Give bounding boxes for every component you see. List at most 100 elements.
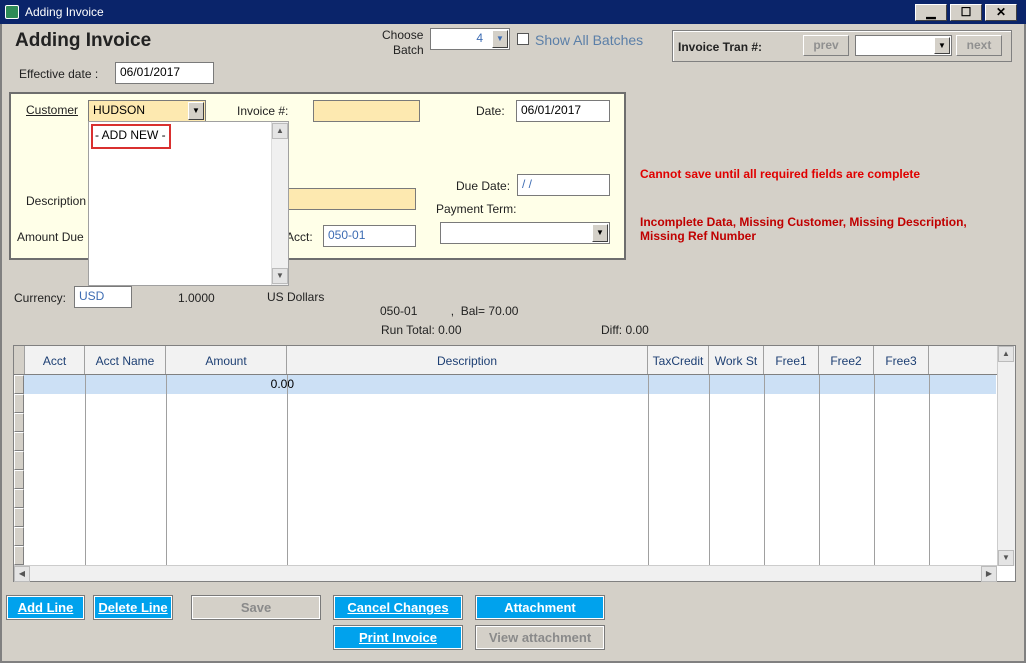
row-header[interactable] [14,470,24,489]
add-new-customer-item[interactable]: - ADD NEW - [91,124,171,149]
chevron-down-icon[interactable]: ▼ [592,224,608,242]
description-label: Description [26,194,87,208]
date-field[interactable]: 06/01/2017 [516,100,610,122]
col-description[interactable]: Description [287,346,648,374]
col-free1[interactable]: Free1 [764,346,819,374]
run-total: Run Total: 0.00 [381,323,462,337]
show-all-batches-label[interactable]: Show All Batches [535,32,643,48]
diff-total: Diff: 0.00 [601,323,649,337]
grid-divider [709,375,710,567]
title-bar: Adding Invoice ▁ ☐ ✕ [0,0,1026,24]
grid-vertical-scrollbar[interactable]: ▲ ▼ [997,346,1015,566]
grid-horizontal-scrollbar[interactable]: ◀ ▶ [14,565,997,582]
row-header[interactable] [14,527,24,546]
description-field[interactable] [282,188,416,210]
col-taxcredit[interactable]: TaxCredit [648,346,709,374]
grid-divider [166,375,167,567]
scroll-down-icon[interactable]: ▼ [272,268,288,284]
col-free2[interactable]: Free2 [819,346,874,374]
customer-dropdown-list[interactable]: - ADD NEW - ▲ ▼ [88,121,289,286]
grid-corner [14,346,25,374]
scroll-right-icon[interactable]: ▶ [981,566,997,582]
maximize-button[interactable]: ☐ [950,4,982,21]
grid-divider [648,375,649,567]
col-work-st[interactable]: Work St [709,346,764,374]
customer-value: HUDSON [93,103,146,117]
due-date-field[interactable]: / / [517,174,610,196]
scroll-left-icon[interactable]: ◀ [14,566,30,582]
acct-field[interactable]: 050-01 [323,225,416,247]
row-header[interactable] [14,508,24,527]
batch-select[interactable]: 4 ▼ [430,28,510,50]
payment-term-select[interactable]: ▼ [440,222,610,244]
add-line-button[interactable]: Add Line [6,595,85,620]
prev-button[interactable]: prev [803,35,849,56]
col-amount[interactable]: Amount [166,346,287,374]
table-row[interactable]: 0.00 [24,375,996,394]
currency-code-field[interactable]: USD [74,286,132,308]
chevron-down-icon[interactable]: ▼ [934,37,950,54]
invoice-tran-box: Invoice Tran #: prev ▼ next [672,30,1012,62]
grid-divider [874,375,875,567]
grid-divider [287,375,288,567]
currency-rate: 1.0000 [178,291,215,305]
grid-divider [764,375,765,567]
row-header[interactable] [14,546,24,565]
validation-detail-line-1: Incomplete Data, Missing Customer, Missi… [640,215,967,229]
minimize-button[interactable]: ▁ [915,4,947,21]
delete-line-button[interactable]: Delete Line [93,595,173,620]
scroll-up-icon[interactable]: ▲ [272,123,288,139]
choose-batch-label: Choose [382,28,424,42]
row-amount-cell[interactable]: 0.00 [166,377,294,391]
customer-combo[interactable]: HUDSON ▼ [88,100,206,122]
validation-detail-line-2: Missing Ref Number [640,229,757,243]
currency-name: US Dollars [267,290,325,304]
invoice-number-field[interactable] [313,100,420,122]
effective-date-field[interactable]: 06/01/2017 [115,62,214,84]
choose-batch-label-2: Batch [393,43,424,57]
row-header[interactable] [14,413,24,432]
chevron-down-icon[interactable]: ▼ [492,30,508,48]
attachment-button[interactable]: Attachment [475,595,605,620]
save-button[interactable]: Save [191,595,321,620]
effective-date-label: Effective date : [19,67,99,81]
row-header[interactable] [14,394,24,413]
payment-term-label: Payment Term: [436,202,517,216]
customer-label[interactable]: Customer [26,103,78,117]
scroll-down-icon[interactable]: ▼ [998,550,1014,566]
show-all-batches-checkbox[interactable] [517,33,529,45]
window-title: Adding Invoice [25,5,104,19]
next-button[interactable]: next [956,35,1002,56]
app-icon [5,5,19,19]
due-date-label: Due Date: [456,179,511,193]
col-acct-name[interactable]: Acct Name [85,346,166,374]
view-attachment-button[interactable]: View attachment [475,625,605,650]
col-free3[interactable]: Free3 [874,346,929,374]
print-invoice-button[interactable]: Print Invoice [333,625,463,650]
scroll-up-icon[interactable]: ▲ [998,346,1014,362]
invoice-tran-label: Invoice Tran #: [678,40,763,54]
row-header[interactable] [14,489,24,508]
acct-label: Acct: [286,230,313,244]
invoice-tran-select[interactable]: ▼ [855,35,952,56]
close-button[interactable]: ✕ [985,4,1017,21]
invoice-lines-grid[interactable]: Acct Acct Name Amount Description TaxCre… [13,345,1016,582]
cancel-changes-button[interactable]: Cancel Changes [333,595,463,620]
acct-balance: 050-01 , Bal= 70.00 [380,304,519,318]
validation-detail-message: Incomplete Data, Missing Customer, Missi… [640,215,1010,243]
invoice-number-label: Invoice #: [237,104,289,118]
currency-label: Currency: [14,291,67,305]
row-header[interactable] [14,451,24,470]
row-header[interactable] [14,375,24,394]
dropdown-scrollbar[interactable]: ▲ ▼ [271,122,288,285]
grid-divider [929,375,930,567]
chevron-down-icon[interactable]: ▼ [188,102,204,120]
col-acct[interactable]: Acct [25,346,85,374]
amount-due-label: Amount Due [17,230,84,244]
save-error-message: Cannot save until all required fields ar… [640,167,921,181]
grid-divider [819,375,820,567]
row-header[interactable] [14,432,24,451]
page-title: Adding Invoice [15,30,152,51]
batch-value: 4 [476,31,483,45]
grid-divider [85,375,86,567]
